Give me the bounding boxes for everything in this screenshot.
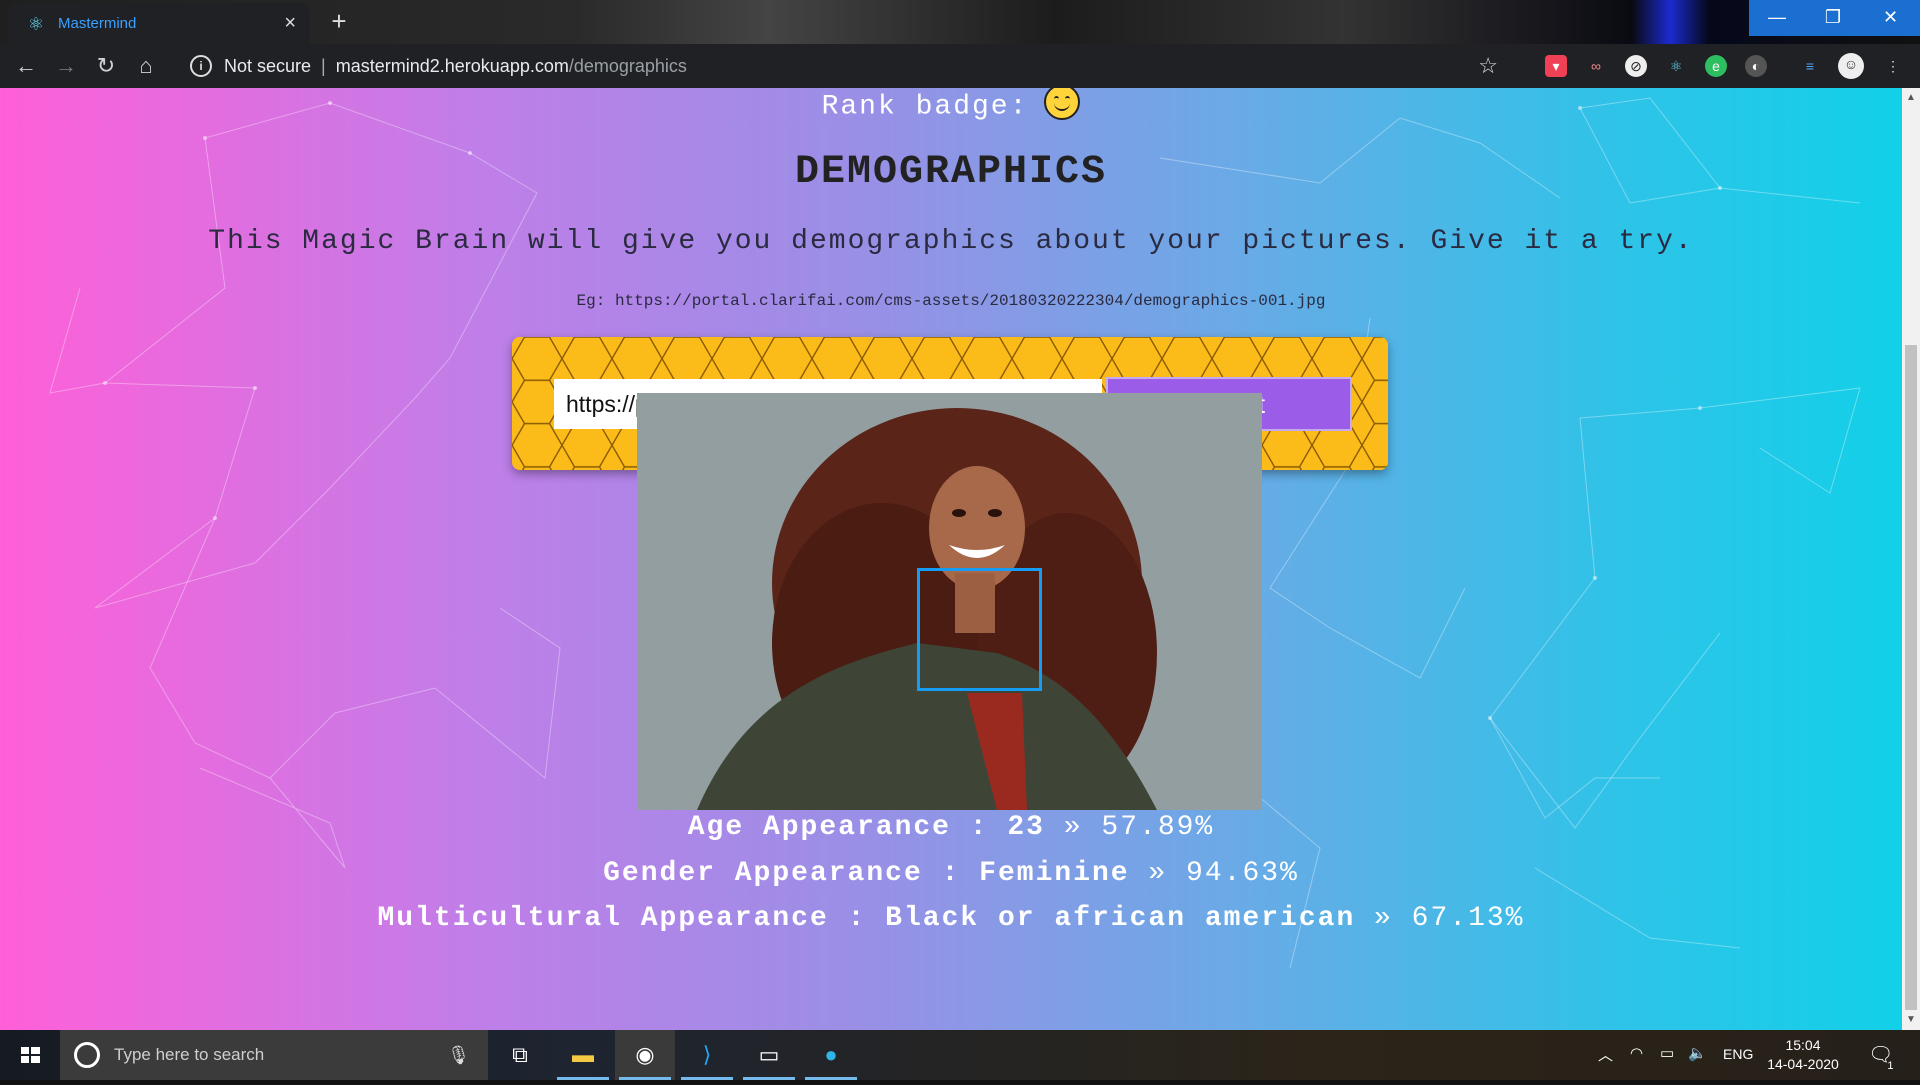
- terminal-icon[interactable]: ▭: [739, 1030, 799, 1080]
- scroll-up-arrow-icon[interactable]: ▲: [1904, 92, 1918, 103]
- url-path: /demographics: [568, 55, 687, 76]
- security-label: Not secure: [224, 55, 312, 76]
- close-window-button[interactable]: ✕: [1861, 0, 1920, 36]
- info-icon[interactable]: i: [190, 55, 212, 77]
- age-separator: »: [1045, 812, 1102, 843]
- taskbar-search[interactable]: Type here to search 🎙: [60, 1030, 488, 1080]
- multicultural-percentage: 67.13%: [1411, 903, 1525, 934]
- browser-title-bar: ⚛ Mastermind × + — ❐ ✕: [0, 0, 1920, 44]
- react-favicon-icon: ⚛: [27, 13, 45, 34]
- scroll-down-arrow-icon[interactable]: ▼: [1904, 1014, 1918, 1025]
- menu-dots-icon[interactable]: ⋮: [1882, 55, 1904, 77]
- age-label: Age Appearance : 23: [687, 812, 1045, 843]
- page-title: DEMOGRAPHICS: [794, 150, 1108, 195]
- page-description: This Magic Brain will give you demograph…: [208, 226, 1694, 257]
- restore-button[interactable]: ❐: [1805, 0, 1861, 36]
- gender-result: Gender Appearance : Feminine » 94.63%: [0, 858, 1902, 889]
- battery-icon[interactable]: ▭: [1660, 1044, 1674, 1062]
- example-url: Eg: https://portal.clarifai.com/cms-asse…: [576, 292, 1326, 310]
- windows-taskbar: Type here to search 🎙 ⧉ ▬ ◉ ⟩ ▭ ● ︿ ◠ ▭ …: [0, 1030, 1920, 1080]
- pocket-icon[interactable]: ▾: [1545, 55, 1567, 77]
- bookmark-star-icon[interactable]: ☆: [1478, 53, 1498, 79]
- wifi-icon[interactable]: ◠: [1630, 1044, 1643, 1062]
- reading-list-icon[interactable]: ≡: [1799, 55, 1821, 77]
- file-explorer-icon[interactable]: ▬: [553, 1030, 613, 1080]
- tab-close-icon[interactable]: ×: [284, 12, 296, 35]
- moon-icon[interactable]: ◐: [1745, 55, 1767, 77]
- face-bounding-box: [917, 568, 1042, 691]
- forward-arrow-icon[interactable]: →: [46, 53, 86, 79]
- home-icon[interactable]: ⌂: [126, 53, 166, 79]
- url-host: mastermind2.herokuapp.com: [335, 55, 569, 76]
- evernote-icon[interactable]: e: [1705, 55, 1727, 77]
- language-indicator[interactable]: ENG: [1723, 1046, 1753, 1062]
- browser-tab[interactable]: ⚛ Mastermind ×: [8, 3, 310, 44]
- notification-count: 1: [1887, 1060, 1894, 1072]
- clock-time: 15:04: [1785, 1037, 1821, 1053]
- minimize-button[interactable]: —: [1749, 0, 1805, 36]
- reload-icon[interactable]: ↻: [86, 53, 126, 79]
- gender-percentage: 94.63%: [1186, 858, 1299, 889]
- address-bar[interactable]: i Not secure | mastermind2.herokuapp.com…: [176, 49, 1516, 83]
- multicultural-separator: »: [1355, 903, 1412, 934]
- start-button[interactable]: [0, 1030, 60, 1080]
- new-tab-button[interactable]: +: [324, 6, 354, 37]
- smiley-badge-icon: [1044, 88, 1081, 120]
- scrollbar-thumb[interactable]: [1905, 345, 1917, 1010]
- glasses-icon[interactable]: ∞: [1585, 55, 1607, 77]
- address-separator: |: [321, 55, 326, 76]
- volume-icon[interactable]: 🔈: [1688, 1044, 1707, 1062]
- multicultural-result: Multicultural Appearance : Black or afri…: [0, 903, 1902, 934]
- age-percentage: 57.89%: [1101, 812, 1215, 843]
- clock-date: 14-04-2020: [1767, 1056, 1839, 1072]
- tray-chevron-icon[interactable]: ︿: [1598, 1044, 1613, 1065]
- gender-label: Gender Appearance : Feminine: [603, 858, 1130, 889]
- rank-badge: Rank badge:: [0, 88, 1902, 124]
- profile-avatar[interactable]: ☺: [1838, 53, 1864, 79]
- taskbar-clock[interactable]: 15:04 14-04-2020: [1758, 1036, 1848, 1074]
- task-view-icon[interactable]: ⧉: [490, 1030, 550, 1080]
- back-arrow-icon[interactable]: ←: [6, 53, 46, 79]
- microphone-icon[interactable]: 🎙: [447, 1045, 470, 1066]
- gender-separator: »: [1129, 858, 1187, 889]
- rank-label: Rank badge:: [821, 91, 1029, 123]
- chrome-icon[interactable]: ◉: [615, 1030, 675, 1080]
- multicultural-label: Multicultural Appearance : Black or afri…: [377, 903, 1356, 934]
- search-placeholder: Type here to search: [114, 1045, 265, 1064]
- tab-title: Mastermind: [58, 15, 137, 32]
- cortana-icon: [74, 1042, 100, 1068]
- react-icon[interactable]: ⚛: [1665, 55, 1687, 77]
- circle-slash-icon[interactable]: ⊘: [1625, 55, 1647, 77]
- age-result: Age Appearance : 23 » 57.89%: [0, 812, 1902, 843]
- vscode-icon[interactable]: ⟩: [677, 1030, 737, 1080]
- windows-logo-icon: [21, 1047, 40, 1063]
- notification-center-icon[interactable]: 🗨1: [1868, 1042, 1900, 1072]
- fish-app-icon[interactable]: ●: [801, 1030, 861, 1080]
